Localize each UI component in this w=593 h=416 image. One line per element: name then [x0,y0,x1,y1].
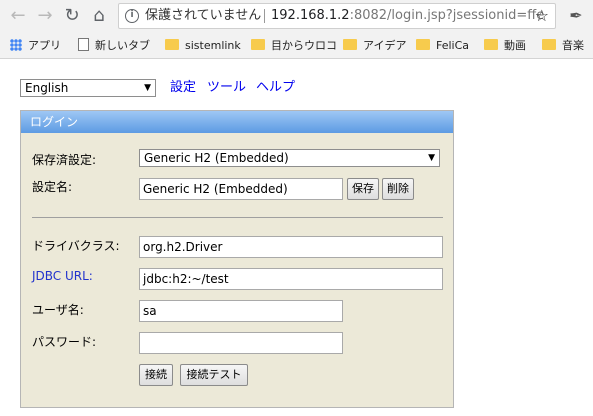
driver-class-input[interactable]: org.h2.Driver [139,236,443,258]
bookmark-video[interactable]: 動画 [484,37,526,54]
delete-button[interactable]: 削除 [382,178,414,200]
star-icon[interactable]: ☆ [535,4,549,28]
link-tools[interactable]: ツール [207,79,246,97]
saved-settings-label: 保存済設定: [32,153,97,167]
user-name-label: ユーザ名: [32,303,84,317]
folder-icon [542,39,556,50]
back-arrow-icon[interactable]: ← [8,6,28,26]
save-button[interactable]: 保存 [347,178,379,200]
folder-icon [484,39,498,50]
bookmark-label: アプリ [28,39,61,52]
saved-settings-select[interactable]: Generic H2 (Embedded) ▼ [139,149,440,167]
bookmark-label: 目からウロコ [271,39,337,52]
reload-icon[interactable]: ↻ [62,6,82,26]
bookmark-label: sistemlink [185,39,241,52]
url-path: :8082/login.jsp?jsessionid=ffe [349,8,545,23]
bookmark-new-tab[interactable]: 新しいタブ [78,37,150,54]
bookmark-idea[interactable]: アイデア [343,37,406,54]
address-divider [264,9,265,23]
connect-button[interactable]: 接続 [139,364,173,386]
language-select[interactable]: English ▼ [20,79,156,97]
link-help[interactable]: ヘルプ [256,79,295,97]
driver-class-label: ドライバクラス: [32,239,120,253]
jdbc-url-input[interactable]: jdbc:h2:~/test [139,268,443,290]
url-text: 192.168.1.2:8082/login.jsp?jsessionid=ff… [271,4,544,28]
bookmark-label: アイデア [363,39,407,52]
chevron-down-icon: ▼ [428,153,435,163]
apps-icon [10,39,22,51]
eyedropper-icon[interactable]: ✒ [566,6,586,26]
setting-name-input[interactable]: Generic H2 (Embedded) [139,178,343,200]
folder-icon [343,39,357,50]
folder-icon [416,39,430,50]
folder-icon [165,39,179,50]
divider [32,217,443,218]
page-icon [78,38,89,51]
bookmark-label: FeliCa [436,39,470,52]
url-host: 192.168.1.2 [271,8,350,23]
bookmark-music[interactable]: 音楽 [542,37,584,54]
bookmark-sistemlink[interactable]: sistemlink [165,37,241,54]
bookmark-felica[interactable]: FeliCa [416,37,469,54]
home-icon[interactable]: ⌂ [89,6,109,26]
login-header: ログイン [21,111,453,133]
jdbc-url-label[interactable]: JDBC URL: [32,269,93,283]
chevron-down-icon: ▼ [144,83,151,93]
link-settings[interactable]: 設定 [170,79,196,97]
bookmark-apps[interactable]: アプリ [10,37,61,54]
bookmark-label: 動画 [504,39,526,52]
login-panel: ログイン 保存済設定: Generic H2 (Embedded) ▼ 設定名:… [20,110,454,408]
folder-icon [251,39,265,50]
bookmark-mekara-uroko[interactable]: 目からウロコ [251,37,337,54]
bookmark-label: 音楽 [562,39,584,52]
setting-name-label: 設定名: [32,180,73,194]
info-icon[interactable]: i [125,9,139,23]
bookmark-label: 新しいタブ [95,39,150,52]
bookmarks-bar: アプリ 新しいタブ sistemlink 目からウロコ アイデア FeliCa … [0,32,593,59]
password-input[interactable] [139,332,343,354]
password-label: パスワード: [32,335,97,349]
security-status: 保護されていません [145,8,262,23]
test-connection-button[interactable]: 接続テスト [180,364,248,386]
saved-settings-value: Generic H2 (Embedded) [144,151,289,165]
address-bar[interactable]: i 保護されていません 192.168.1.2:8082/login.jsp?j… [118,3,556,29]
forward-arrow-icon[interactable]: → [35,6,55,26]
language-value: English [25,81,69,95]
browser-toolbar: ← → ↻ ⌂ i 保護されていません 192.168.1.2:8082/log… [0,0,593,32]
user-name-input[interactable]: sa [139,300,343,322]
